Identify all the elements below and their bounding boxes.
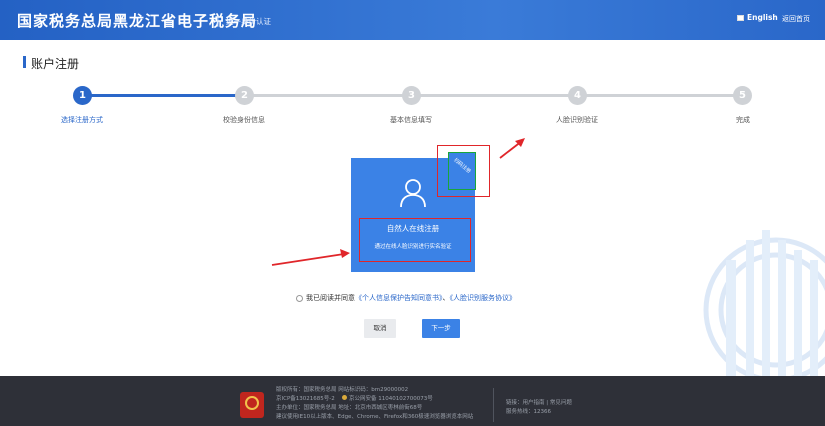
tax-bureau-emblem	[240, 392, 264, 418]
agreement-prefix: 我已阅读并同意	[306, 294, 355, 302]
footer-hotline: 服务热线：12366	[506, 409, 551, 415]
agreement-joiner: 、	[442, 294, 450, 302]
face-recognition-agreement-link[interactable]: 《人脸识别服务协议》	[450, 294, 517, 302]
agreement-radio[interactable]	[296, 295, 303, 302]
footer-police-record-text: 京公网安备 11040102700073号	[349, 396, 433, 402]
emblem-inner	[245, 396, 259, 410]
footer-police-record[interactable]: 京公网安备 11040102700073号	[342, 394, 433, 402]
arrow-to-badge	[499, 138, 525, 159]
footer-copyright: 版权所有：国家税务总局 网站标识码：bm29000002	[276, 387, 409, 393]
next-button[interactable]: 下一步	[422, 319, 460, 338]
cancel-button[interactable]: 取消	[364, 319, 396, 338]
footer-icp[interactable]: 京ICP备13021685号-2	[276, 394, 335, 402]
footer-divider	[493, 388, 494, 422]
police-badge-icon	[342, 395, 347, 400]
arrow-to-card	[271, 249, 350, 266]
footer-browser-tip: 建议使用IE10以上版本、Edge、Chrome、Firefox和360极速浏览…	[276, 414, 474, 420]
agreement-text: 我已阅读并同意《个人信息保护告知同意书》、《人脸识别服务协议》	[306, 293, 516, 303]
footer-organizer: 主办单位：国家税务总局 地址：北京市西城区枣林前街68号	[276, 405, 423, 411]
footer-links[interactable]: 链接：用户指南 | 常见问题	[506, 398, 572, 406]
decorative-building-graphic	[703, 230, 825, 376]
privacy-consent-link[interactable]: 《个人信息保护告知同意书》	[355, 294, 443, 302]
